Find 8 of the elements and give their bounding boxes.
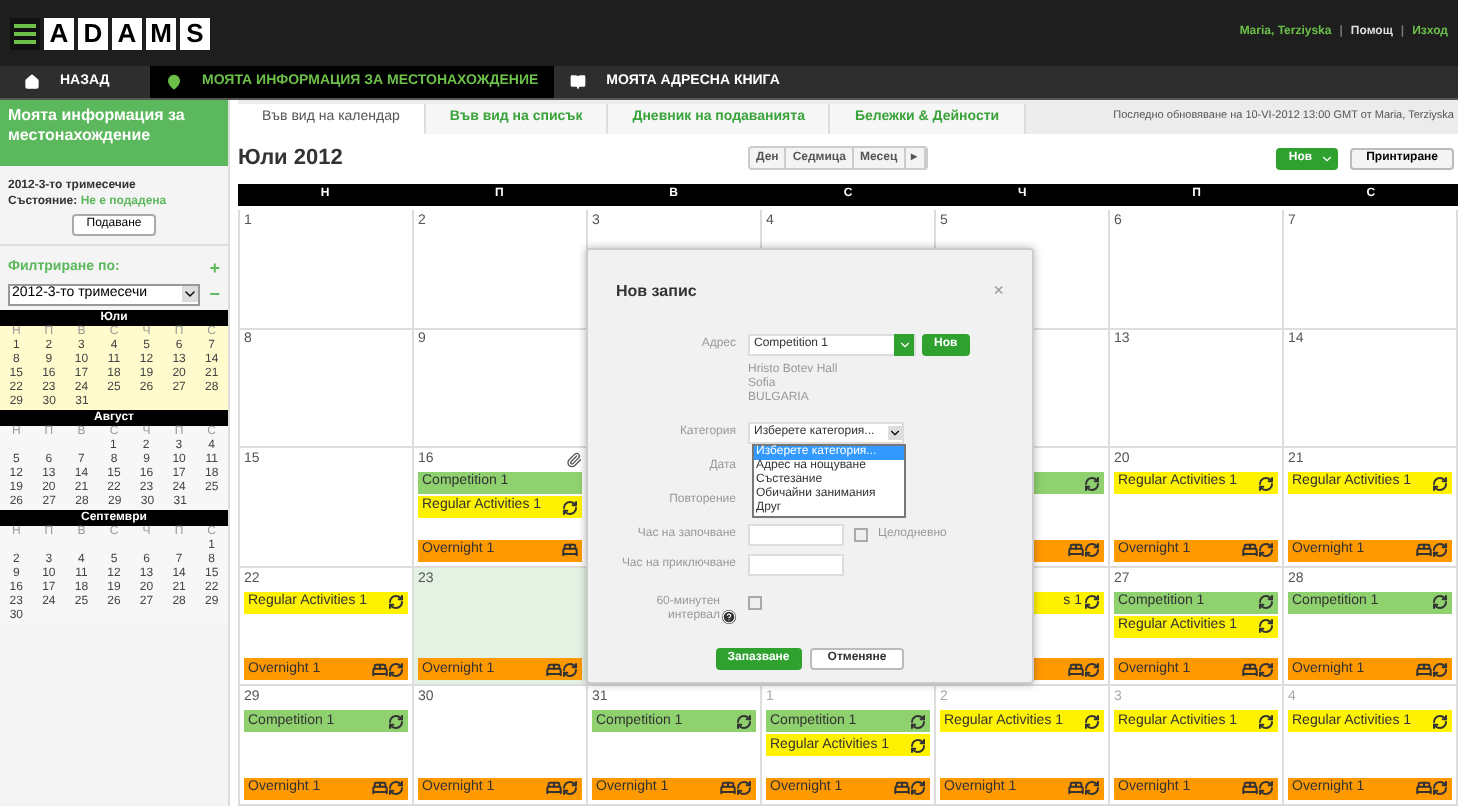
- logo-letter: M: [146, 17, 176, 49]
- logo-letter: D: [78, 17, 108, 49]
- logo-letter: S: [180, 17, 210, 49]
- logo-letter: A: [112, 17, 142, 49]
- month-title: Юли 2012: [238, 143, 345, 174]
- dialog-title: Нов запис: [616, 279, 697, 304]
- sidebar-title: Моята информация за местонахождение: [0, 100, 228, 166]
- logo-letter: A: [44, 17, 74, 49]
